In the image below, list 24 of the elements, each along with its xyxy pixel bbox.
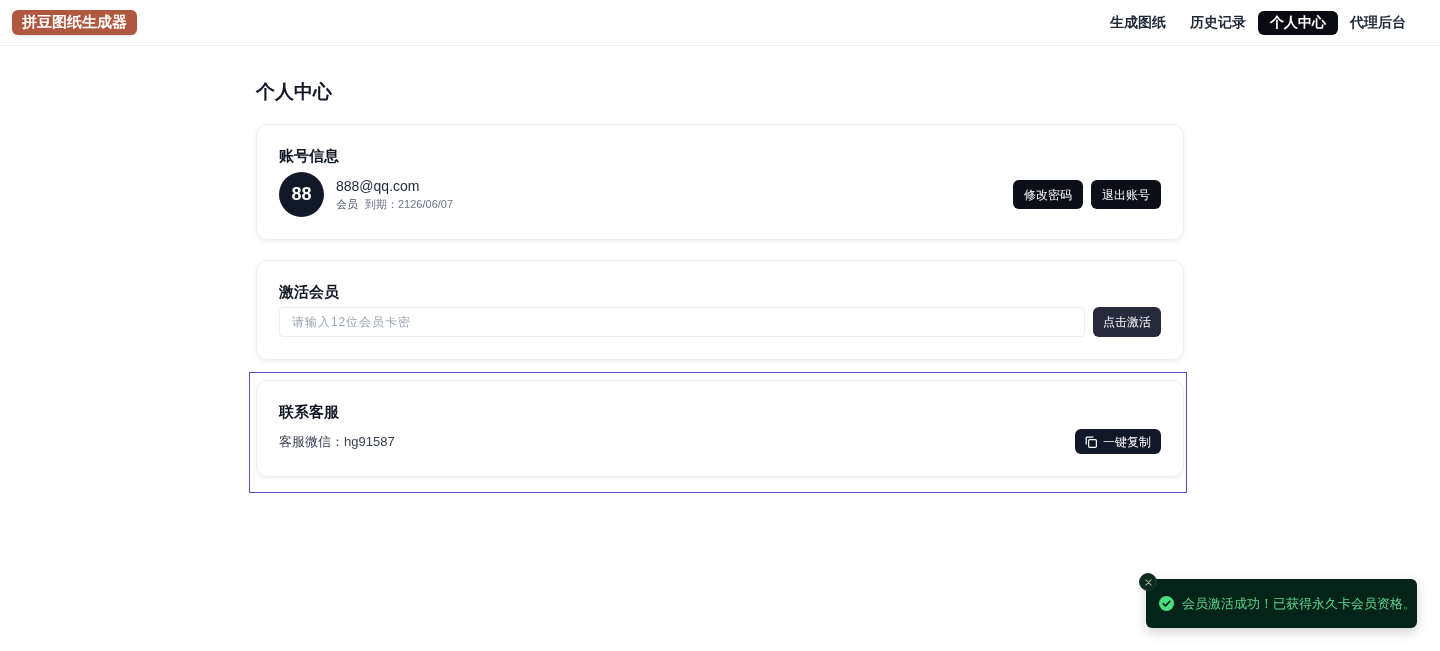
check-circle-icon (1159, 596, 1174, 611)
app-logo[interactable]: 拼豆图纸生成器 (12, 10, 137, 35)
nav-tab[interactable]: 历史记录 (1178, 10, 1258, 35)
expiry-date: 到期：2126/06/07 (365, 197, 454, 212)
card-title: 联系客服 (279, 402, 340, 422)
page-title: 个人中心 (256, 80, 333, 104)
nav-tab[interactable]: 代理后台 (1338, 10, 1418, 35)
nav-tab[interactable]: 个人中心 (1258, 10, 1338, 35)
user-email: 888@qq.com (336, 177, 421, 196)
avatar: 88 (279, 172, 324, 217)
card-title: 账号信息 (279, 146, 340, 166)
membership-label: 会员 (336, 197, 358, 212)
copy-icon (1085, 435, 1097, 448)
card-code-input[interactable]: 请输入12位会员卡密 (279, 307, 1085, 337)
wechat-contact: 客服微信：hg91587 (279, 432, 395, 451)
close-icon (1144, 578, 1152, 586)
card-title: 激活会员 (279, 282, 340, 302)
activate-button[interactable]: 点击激活 (1093, 307, 1161, 337)
toast-message: 会员激活成功！已获得永久卡会员资格。 (1182, 594, 1416, 613)
close-button[interactable] (1139, 573, 1157, 591)
nav-tab[interactable]: 生成图纸 (1098, 10, 1178, 35)
change-password-button[interactable]: 修改密码 (1013, 180, 1083, 209)
logout-button[interactable]: 退出账号 (1091, 180, 1161, 209)
copy-button[interactable]: 一键复制 (1075, 429, 1161, 454)
